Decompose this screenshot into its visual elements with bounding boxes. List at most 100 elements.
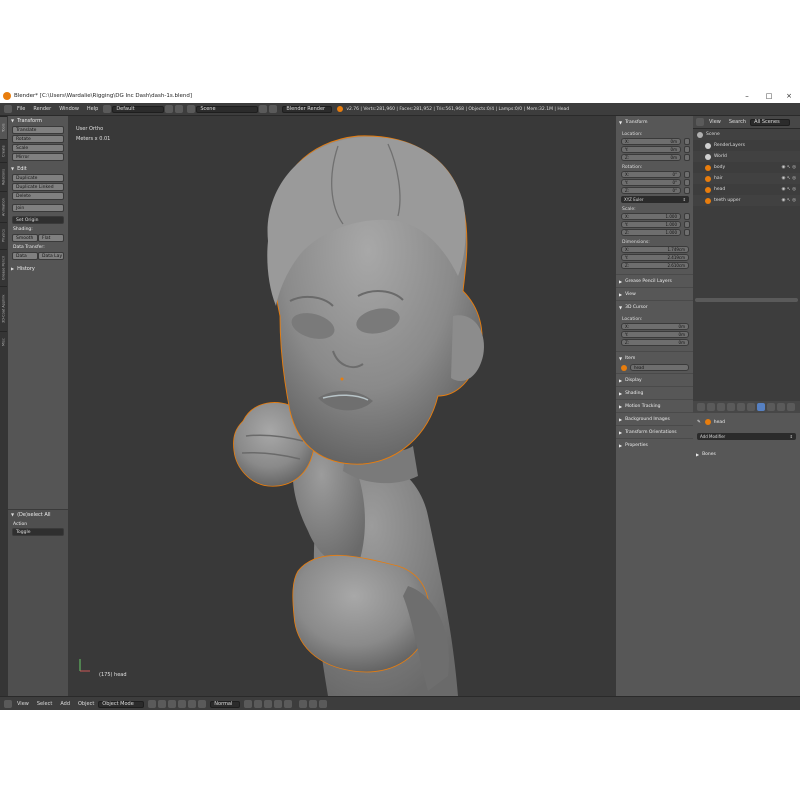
edit-panel-header[interactable]: ▼ Edit <box>8 164 68 173</box>
menu-add[interactable]: Add <box>56 701 74 707</box>
layer-button-icon[interactable] <box>264 700 273 708</box>
visibility-icons[interactable]: ◉ ↖ ◎ <box>782 176 796 181</box>
3d-cursor-section-header[interactable]: ▼ 3D Cursor <box>616 300 693 313</box>
cursor-y-field[interactable]: Y: 0m <box>621 331 689 338</box>
lock-icon[interactable] <box>684 221 690 228</box>
action-dropdown[interactable]: Toggle <box>12 528 64 536</box>
lock-icon[interactable] <box>684 187 690 194</box>
transform-section-header[interactable]: ▼ Transform <box>616 116 693 128</box>
duplicate-button[interactable]: Duplicate <box>12 174 64 182</box>
lock-icon[interactable] <box>684 138 690 145</box>
render-preview-icon[interactable] <box>319 700 328 708</box>
lock-icon[interactable] <box>684 179 690 186</box>
tab-tools[interactable]: Tools <box>0 116 7 139</box>
lock-icon[interactable] <box>684 146 690 153</box>
outliner-row-scene[interactable]: Scene <box>693 129 800 140</box>
rotation-y-field[interactable]: Y: 0° <box>621 179 681 186</box>
tab-grease-pencil[interactable]: Grease Pencil <box>0 249 7 286</box>
scale-manipulator-icon[interactable] <box>198 700 207 708</box>
location-x-field[interactable]: X: 0m <box>621 138 681 145</box>
manipulator-icon[interactable] <box>168 700 177 708</box>
lock-icon[interactable] <box>684 229 690 236</box>
translate-button[interactable]: Translate <box>12 126 64 134</box>
layer-button-icon[interactable] <box>244 700 253 708</box>
smooth-button[interactable]: Smooth <box>12 234 38 242</box>
scale-y-field[interactable]: Y: 1.000 <box>621 221 681 228</box>
minimize-button[interactable]: – <box>736 89 758 103</box>
outliner-row-body[interactable]: body ◉ ↖ ◎ <box>693 162 800 173</box>
tab-relations[interactable]: Relations <box>0 162 7 191</box>
menu-search[interactable]: Search <box>725 119 750 125</box>
cursor-x-field[interactable]: X: 0m <box>621 323 689 330</box>
transform-orientations-section-header[interactable]: ▶ Transform Orientations <box>616 425 693 438</box>
object-tab-icon[interactable] <box>737 403 745 411</box>
menu-help[interactable]: Help <box>83 106 102 112</box>
lock-icon[interactable] <box>684 213 690 220</box>
menu-view[interactable]: View <box>705 119 725 125</box>
rotate-button[interactable]: Rotate <box>12 135 64 143</box>
delete-button[interactable]: Delete <box>12 192 64 200</box>
constraints-tab-icon[interactable] <box>747 403 755 411</box>
render-engine-selector[interactable]: Blender Render <box>282 105 333 113</box>
tab-3dcoat[interactable]: 3D-Coat Applink <box>0 286 7 331</box>
scale-z-field[interactable]: Z: 1.000 <box>621 229 681 236</box>
background-images-section-header[interactable]: ▶ Background Images <box>616 412 693 425</box>
remove-layout-icon[interactable] <box>175 105 184 113</box>
pin-icon[interactable]: ✎ <box>697 420 701 425</box>
texture-tab-icon[interactable] <box>787 403 795 411</box>
history-panel-header[interactable]: ▶ History <box>8 264 68 273</box>
scene-selector[interactable]: Scene <box>196 105 259 113</box>
menu-select[interactable]: Select <box>33 701 56 707</box>
join-button[interactable]: Join <box>12 204 64 212</box>
shading-section-header[interactable]: ▶ Shading <box>616 386 693 399</box>
tab-misc[interactable]: Misc <box>0 331 7 352</box>
tab-create[interactable]: Create <box>0 139 7 162</box>
editor-type-icon[interactable] <box>4 700 12 708</box>
location-y-field[interactable]: Y: 0m <box>621 146 681 153</box>
dimension-y-field[interactable]: Y: 2.419cm <box>621 254 689 261</box>
render-tab-icon[interactable] <box>697 403 705 411</box>
viewport-shading-icon[interactable] <box>148 700 157 708</box>
material-tab-icon[interactable] <box>777 403 785 411</box>
location-z-field[interactable]: Z: 0m <box>621 154 681 161</box>
item-name-field[interactable]: head <box>630 364 689 371</box>
display-mode-dropdown[interactable]: All Scenes <box>750 118 791 126</box>
mode-dropdown[interactable]: Object Mode <box>98 700 145 708</box>
outliner-row-renderlayers[interactable]: RenderLayers <box>693 140 800 151</box>
tab-animation[interactable]: Animation <box>0 191 7 222</box>
rotation-z-field[interactable]: Z: 0° <box>621 187 681 194</box>
dimension-x-field[interactable]: X: 1.749cm <box>621 246 689 253</box>
layer-button-icon[interactable] <box>274 700 283 708</box>
add-layout-icon[interactable] <box>165 105 174 113</box>
menu-window[interactable]: Window <box>55 106 83 112</box>
visibility-icons[interactable]: ◉ ↖ ◎ <box>782 198 796 203</box>
modifiers-tab-icon[interactable] <box>757 403 765 411</box>
motion-tracking-section-header[interactable]: ▶ Motion Tracking <box>616 399 693 412</box>
data-layers-button[interactable]: Data Lay <box>38 252 64 260</box>
flat-button[interactable]: Flat <box>38 234 64 242</box>
transform-orientation-dropdown[interactable]: Normal <box>210 700 241 708</box>
data-button[interactable]: Data <box>12 252 38 260</box>
layer-button-icon[interactable] <box>284 700 293 708</box>
scene-tab-icon[interactable] <box>717 403 725 411</box>
bones-section-header[interactable]: ▶ Bones <box>693 448 800 460</box>
outliner-row-hair[interactable]: hair ◉ ↖ ◎ <box>693 173 800 184</box>
3d-viewport[interactable]: User Ortho Meters x 0.01 (175) head <box>68 116 616 696</box>
menu-file[interactable]: File <box>13 106 29 112</box>
duplicate-linked-button[interactable]: Duplicate Linked <box>12 183 64 191</box>
translate-manipulator-icon[interactable] <box>178 700 187 708</box>
display-section-header[interactable]: ▶ Display <box>616 373 693 386</box>
grease-pencil-section-header[interactable]: ▶ Grease Pencil Layers <box>616 274 693 287</box>
add-scene-icon[interactable] <box>259 105 268 113</box>
layout-selector[interactable]: Default <box>112 105 165 113</box>
remove-scene-icon[interactable] <box>269 105 278 113</box>
menu-render[interactable]: Render <box>29 106 55 112</box>
tab-physics[interactable]: Physics <box>0 222 7 249</box>
snap-element-icon[interactable] <box>309 700 318 708</box>
set-origin-dropdown[interactable]: Set Origin <box>12 216 64 224</box>
mirror-button[interactable]: Mirror <box>12 153 64 161</box>
data-tab-icon[interactable] <box>767 403 775 411</box>
world-tab-icon[interactable] <box>727 403 735 411</box>
layer-button-icon[interactable] <box>254 700 263 708</box>
view-section-header[interactable]: ▶ View <box>616 287 693 300</box>
